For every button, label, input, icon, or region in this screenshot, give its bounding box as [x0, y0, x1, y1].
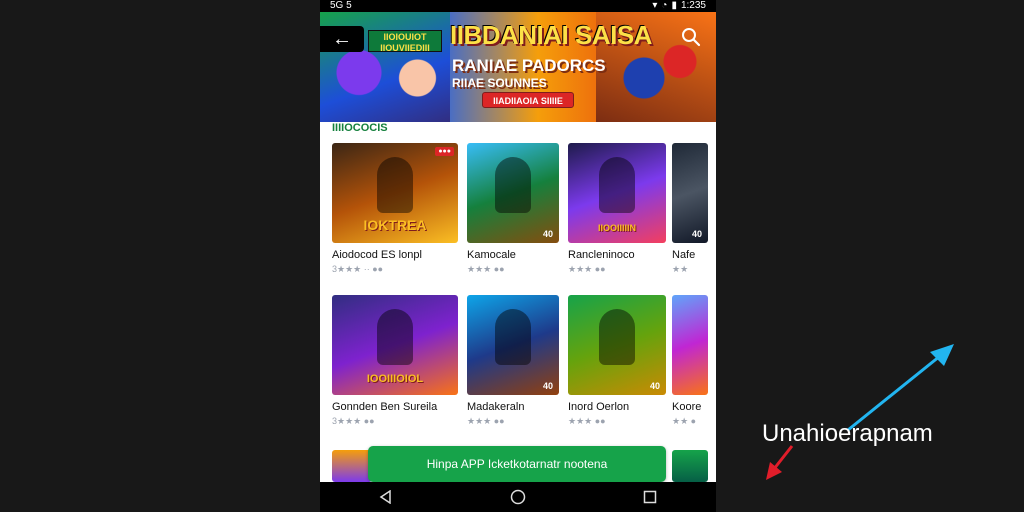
search-icon — [682, 28, 701, 47]
card-corner-number: 40 — [542, 229, 553, 239]
status-bar: 5G 5 ▾ ◔ ▮ 1:235 — [320, 0, 716, 12]
section-title: IIIIOCOCIS — [332, 122, 388, 134]
status-right: ▾ ◔ ▮ 1:235 — [652, 0, 706, 12]
character-figure — [377, 157, 413, 213]
game-card-peek[interactable] — [672, 450, 708, 482]
game-card[interactable]: Koore ★★ ● — [672, 295, 708, 427]
status-time: 1:235 — [680, 0, 706, 11]
card-title: Inord Oerlon — [568, 401, 630, 413]
character-figure — [599, 157, 635, 213]
wifi-icon: ◔ — [661, 0, 668, 11]
nav-home-icon — [510, 489, 526, 505]
game-card[interactable]: 40 Kamocale ★★★ ●● — [467, 143, 559, 275]
card-rating: ★★★ ●● — [467, 416, 505, 426]
game-thumbnail: 40 — [568, 295, 666, 395]
thumbnail-logo: IOKTREA — [363, 217, 427, 233]
card-corner-number: 40 — [691, 229, 702, 239]
search-button[interactable] — [680, 26, 702, 48]
card-title: Gonnden Ben Sureila — [332, 401, 438, 413]
thumbnail-logo: IIOOIIIIIN — [597, 223, 636, 233]
card-title: Rancleninoco — [568, 249, 635, 261]
status-left-text: 5G 5 — [330, 0, 352, 11]
banner-subtitle: RANIAE PADORCS RIIAE SOUNNES — [452, 56, 632, 90]
install-app-button[interactable]: Hinpa APP Icketkotarnatr nootena — [368, 446, 666, 482]
card-corner-number: 40 — [542, 381, 553, 391]
promo-banner[interactable]: ← IIOIOUIOT IIOUVIIEDIII IIBDANIAI SAISA… — [320, 12, 716, 122]
back-button[interactable]: ← — [320, 26, 364, 52]
annotation-arrows — [766, 344, 954, 480]
back-arrow-icon: ← — [332, 28, 352, 50]
thumbnail-logo: IOOIIIOIOL — [366, 373, 424, 385]
banner-tag: IIOIOUIOT IIOUVIIEDIII — [368, 30, 442, 53]
game-thumbnail: 40 — [467, 143, 559, 243]
game-card[interactable]: IOOIIIOIOL Gonnden Ben Sureila 3★★★ ●● — [332, 295, 458, 427]
card-title: Koore — [672, 401, 702, 413]
card-rating: ★★ ● — [672, 416, 697, 426]
card-rating: 3★★★ ·· ●● — [332, 264, 384, 274]
blue-arrow-icon — [847, 346, 951, 432]
game-card[interactable]: 40 Nafe ★★ — [672, 143, 708, 275]
game-card[interactable]: ●●● IOKTREA Aiodocod ES lonpl 3★★★ ·· ●● — [332, 143, 458, 275]
nav-home-button[interactable] — [508, 487, 528, 507]
game-thumbnail: ●●● IOKTREA — [332, 143, 458, 243]
card-rating: ★★ — [672, 264, 689, 274]
game-thumbnail: IIOOIIIIIN — [568, 143, 666, 243]
card-rating: 3★★★ ●● — [332, 416, 375, 426]
character-figure — [377, 309, 413, 365]
card-rating: ★★★ ●● — [568, 416, 606, 426]
annotation-label: Unahioerapnam — [762, 420, 933, 447]
game-thumbnail — [672, 295, 708, 395]
card-badge: ●●● — [435, 147, 454, 156]
banner-subtitle-line1: RANIAE PADORCS — [452, 56, 606, 75]
card-title: Kamocale — [467, 249, 516, 261]
nav-recents-icon — [643, 490, 657, 504]
phone-screen: 5G 5 ▾ ◔ ▮ 1:235 ← IIOIOUIOT IIOUVIIEDII… — [320, 0, 716, 512]
nav-back-icon — [379, 490, 391, 504]
card-rating: ★★★ ●● — [568, 264, 606, 274]
banner-subtitle-line2: RIIAE SOUNNES — [452, 76, 547, 90]
nav-back-button[interactable] — [376, 487, 396, 507]
character-figure — [495, 309, 531, 365]
system-nav-bar — [320, 482, 716, 512]
card-title: Nafe — [672, 249, 696, 261]
game-thumbnail: IOOIIIOIOL — [332, 295, 458, 395]
nav-recents-button[interactable] — [640, 487, 660, 507]
character-figure — [495, 157, 531, 213]
banner-title: IIBDANIAI SAISA — [450, 20, 652, 50]
banner-pill-button[interactable]: IIADIIAOIA SIIIIE — [482, 92, 574, 108]
game-thumbnail: 40 — [672, 143, 708, 243]
card-rating: ★★★ ●● — [467, 264, 505, 274]
card-corner-number: 40 — [649, 381, 660, 391]
card-title: Madakeraln — [467, 401, 525, 413]
game-thumbnail: 40 — [467, 295, 559, 395]
signal-icon: ▾ — [652, 0, 658, 11]
battery-icon: ▮ — [671, 0, 677, 11]
character-figure — [599, 309, 635, 365]
game-card-peek[interactable] — [332, 450, 372, 482]
card-title: Aiodocod ES lonpl — [332, 249, 422, 261]
game-card[interactable]: IIOOIIIIIN Rancleninoco ★★★ ●● — [568, 143, 666, 275]
red-arrow-head — [766, 462, 782, 480]
game-card[interactable]: 40 Madakeraln ★★★ ●● — [467, 295, 559, 427]
game-card[interactable]: 40 Inord Oerlon ★★★ ●● — [568, 295, 666, 427]
